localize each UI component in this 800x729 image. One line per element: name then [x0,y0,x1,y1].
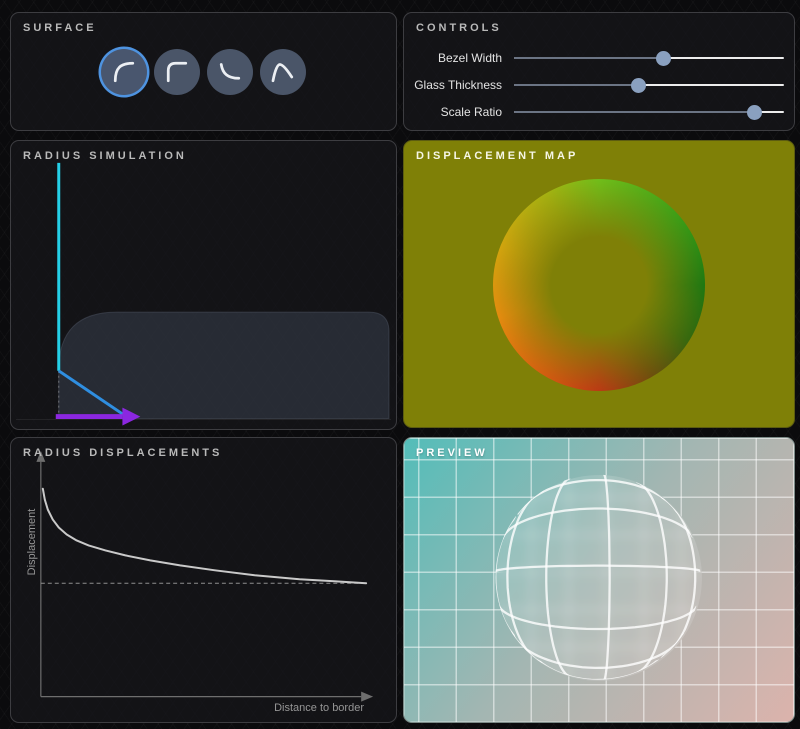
radius-simulation-panel: RADIUS SIMULATION [10,140,397,430]
radius-simulation-title: RADIUS SIMULATION [23,150,187,162]
surface-option-round[interactable] [101,49,147,95]
surface-option-decay[interactable] [207,49,253,95]
bezel-width-label: Bezel Width [404,51,514,65]
slider-track-fill [514,111,754,113]
x-axis-arrow [361,692,373,702]
slider-track-fill [514,84,638,86]
slider-row-glass-thickness: Glass Thickness [404,71,794,98]
radius-displacements-title: RADIUS DISPLACEMENTS [23,447,222,459]
slider-row-scale-ratio: Scale Ratio [404,98,794,125]
controls-panel-title: CONTROLS [416,22,502,34]
preview-panel: PREVIEW [403,437,795,723]
radius-simulation-diagram [11,141,396,430]
radius-displacements-panel: Displacement Distance to border RADIUS D… [10,437,397,723]
controls-panel: CONTROLS Bezel Width Glass Thickness Sca… [403,12,795,131]
scale-ratio-slider-thumb[interactable] [747,105,762,120]
glass-thickness-slider-thumb[interactable] [631,78,646,93]
quarter-round-curve-icon [109,57,139,87]
surface-options [101,49,306,95]
bezel-width-slider[interactable] [514,50,784,66]
slider-track-fill [514,57,663,59]
scale-ratio-label: Scale Ratio [404,105,514,119]
displacement-map-panel: DISPLACEMENT MAP [403,140,795,428]
surface-panel-title: SURFACE [23,22,97,34]
bump-curve-icon [268,57,298,87]
surface-option-corner[interactable] [154,49,200,95]
surface-option-bump[interactable] [260,49,306,95]
preview-title: PREVIEW [416,447,488,459]
bezel-width-slider-thumb[interactable] [656,51,671,66]
glass-thickness-label: Glass Thickness [404,78,514,92]
surface-panel: SURFACE [10,12,397,131]
ease-out-curve-icon [215,57,245,87]
glass-lens-circle [496,475,702,681]
rounded-corner-curve-icon [162,57,192,87]
slider-row-bezel-width: Bezel Width [404,44,794,71]
glass-thickness-slider[interactable] [514,77,784,93]
sliders-group: Bezel Width Glass Thickness Scale Ratio [404,44,794,125]
displacement-chart [11,438,396,723]
displacement-map-sphere [493,179,705,391]
scale-ratio-slider[interactable] [514,104,784,120]
y-axis-label: Displacement [26,497,38,587]
displacement-map-title: DISPLACEMENT MAP [416,150,578,162]
x-axis-label: Distance to border [274,702,364,714]
